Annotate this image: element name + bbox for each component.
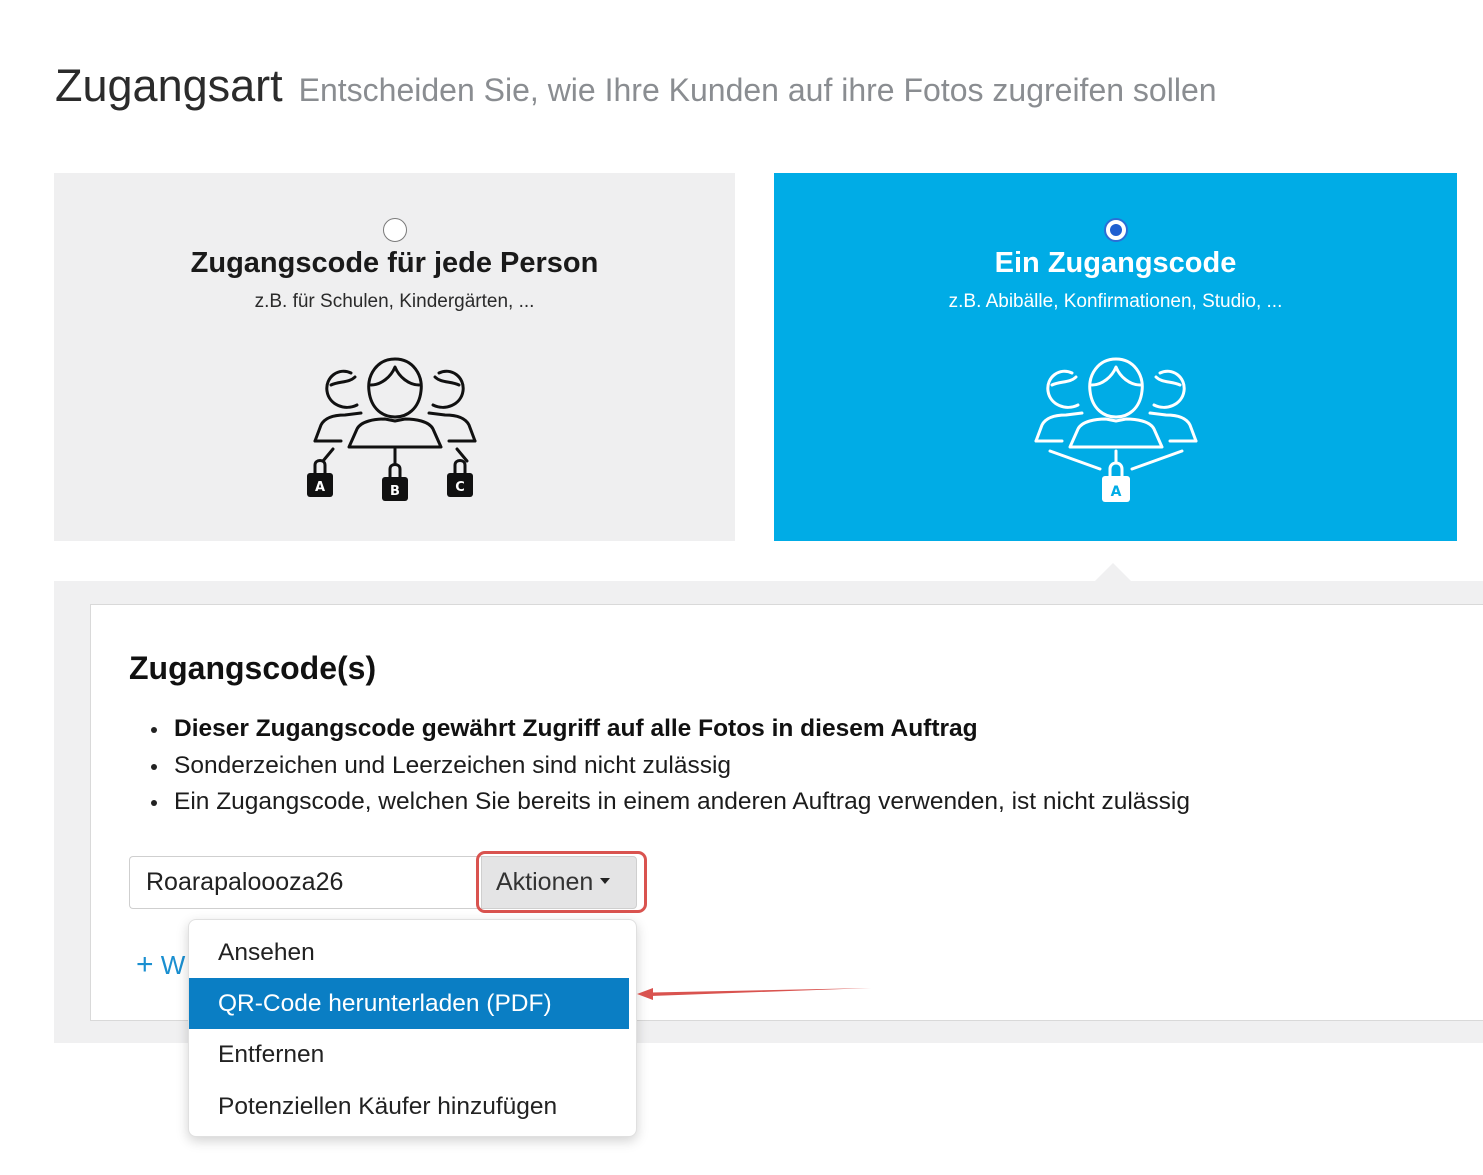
group-single-lock-icon: A [1034, 357, 1197, 502]
menu-item-add-buyer[interactable]: Potenziellen Käufer hinzufügen [189, 1081, 629, 1132]
option-title: Zugangscode für jede Person [190, 247, 599, 279]
actions-dropdown-button[interactable]: Aktionen [481, 856, 637, 909]
section-title: Zugangscode(s) [129, 650, 377, 686]
page-title: Zugangsart [55, 60, 283, 111]
annotation-arrow-icon [637, 988, 871, 1000]
option-subtitle: z.B. für Schulen, Kindergärten, ... [254, 291, 535, 312]
rule-item: Ein Zugangscode, welchen Sie bereits in … [150, 784, 1190, 821]
radio-per-person[interactable] [382, 218, 407, 242]
lock-label-c: C [455, 480, 465, 495]
option-subtitle: z.B. Abibälle, Konfirmationen, Studio, .… [948, 291, 1283, 312]
add-code-link-label: W [160, 950, 186, 980]
menu-item-download-qr[interactable]: QR-Code herunterladen (PDF) [189, 978, 629, 1029]
lock-label-b: B [390, 484, 400, 499]
option-card-per-person[interactable]: Zugangscode für jede Person z.B. für Sch… [54, 173, 735, 541]
actions-label: Aktionen [496, 868, 594, 896]
rule-item: Dieser Zugangscode gewährt Zugriff auf a… [150, 711, 1190, 748]
lock-label-a: A [314, 480, 324, 495]
group-multiple-locks-icon: A B C [306, 357, 476, 501]
menu-item-view[interactable]: Ansehen [189, 927, 629, 978]
actions-dropdown-menu: Ansehen QR-Code herunterladen (PDF) Entf… [188, 919, 637, 1137]
add-code-link[interactable]: + W [136, 948, 185, 982]
page-subtitle: Entscheiden Sie, wie Ihre Kunden auf ihr… [298, 72, 1217, 108]
access-code-input[interactable] [129, 856, 483, 909]
lock-label-a: A [1110, 484, 1121, 500]
page-header: Zugangsart Entscheiden Sie, wie Ihre Kund… [55, 60, 1217, 112]
menu-item-remove[interactable]: Entfernen [189, 1029, 629, 1080]
option-card-single-code[interactable]: Ein Zugangscode z.B. Abibälle, Konfirmat… [774, 173, 1457, 541]
panel-pointer [1094, 563, 1132, 582]
option-title: Ein Zugangscode [994, 247, 1237, 279]
rule-item: Sonderzeichen und Leerzeichen sind nicht… [150, 748, 1190, 785]
rules-list: Dieser Zugangscode gewährt Zugriff auf a… [150, 711, 1190, 821]
plus-icon: + [136, 948, 154, 981]
caret-down-icon [600, 878, 611, 885]
radio-single-code[interactable] [1103, 218, 1128, 242]
